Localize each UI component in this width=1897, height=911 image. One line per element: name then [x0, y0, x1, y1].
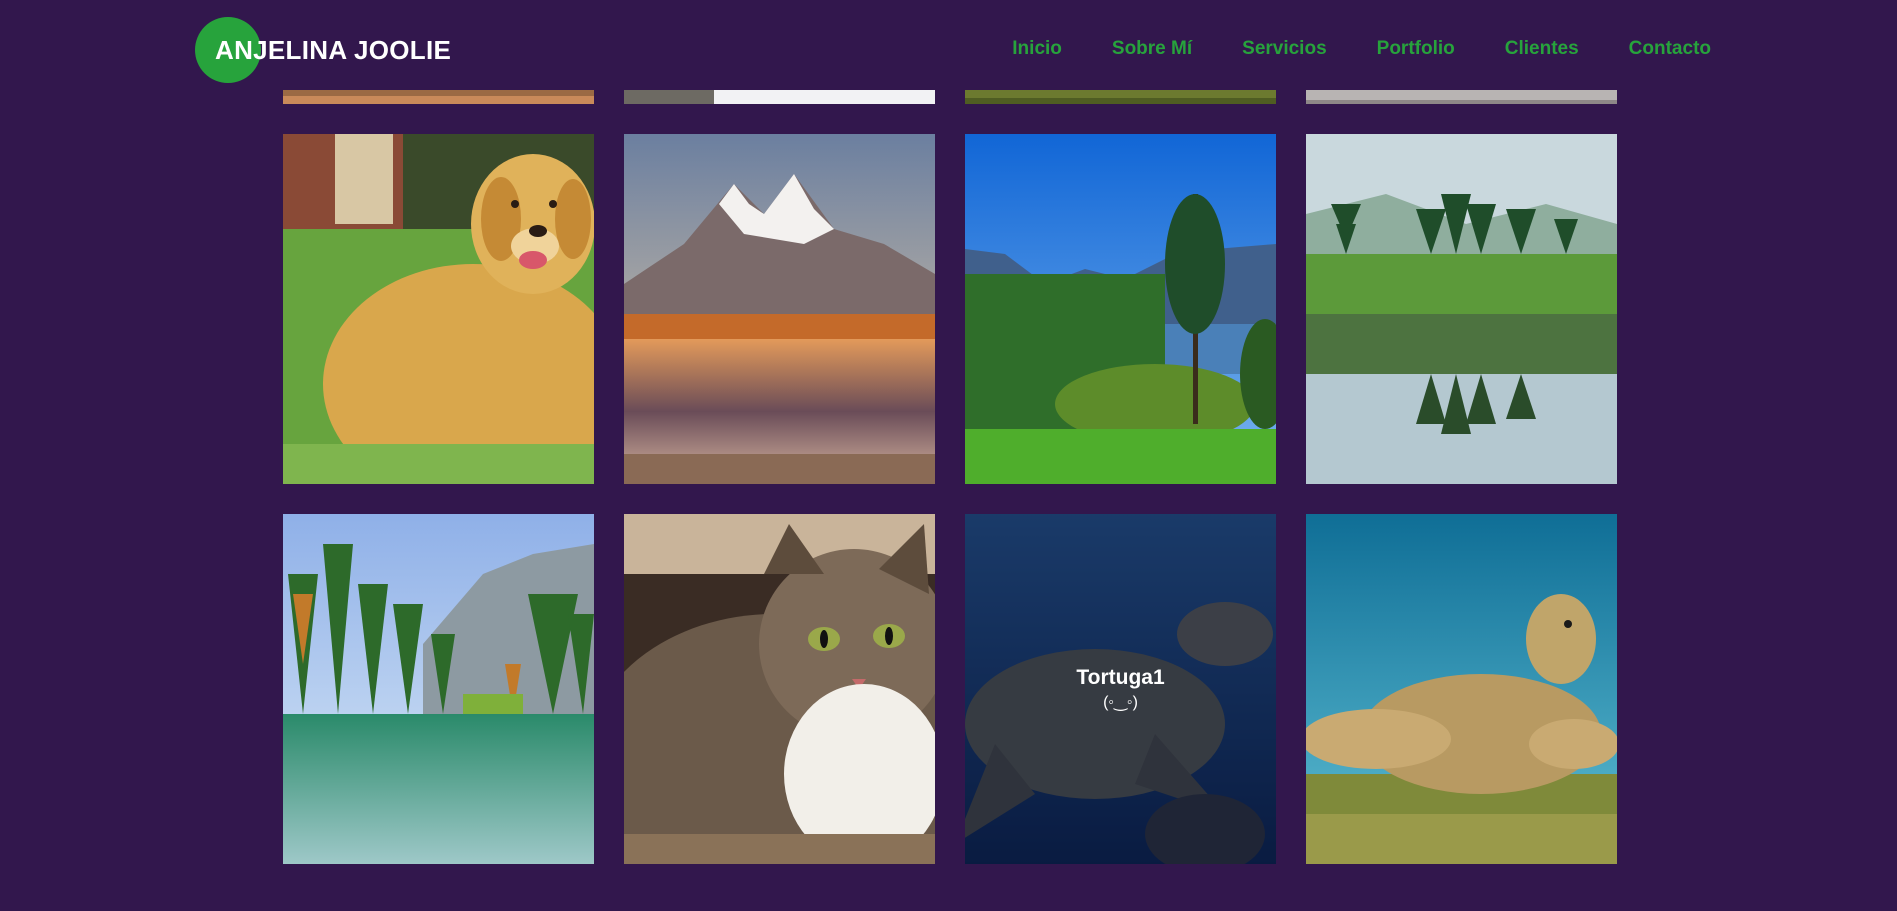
nav-contacto[interactable]: Contacto	[1629, 38, 1711, 60]
nav-servicios[interactable]: Servicios	[1242, 38, 1327, 60]
foggy-reflection-image	[1306, 134, 1617, 484]
logo-text: ANJELINA JOOLIE	[215, 35, 452, 65]
nav-clientes[interactable]: Clientes	[1505, 38, 1579, 60]
gallery-item-mountain-lake[interactable]	[624, 134, 935, 484]
gallery-item-golden-retriever[interactable]	[283, 134, 594, 484]
gallery-item-foggy-reflection[interactable]	[1306, 134, 1617, 484]
nav-inicio[interactable]: Inicio	[1012, 38, 1062, 60]
tile-subtitle: (◦‿◦)	[1103, 694, 1138, 711]
sea-turtle-image	[1306, 514, 1617, 864]
pine-lake-image	[965, 134, 1276, 484]
mountain-lake-image	[624, 134, 935, 484]
gallery-item-sea-turtle[interactable]	[1306, 514, 1617, 864]
alpine-lake-image	[283, 514, 594, 864]
gallery-item-tabby-cat[interactable]	[624, 514, 935, 864]
golden-retriever-image	[283, 134, 594, 484]
gallery-item-pine-lake[interactable]	[965, 134, 1276, 484]
gallery-item-alpine-lake[interactable]	[283, 514, 594, 864]
nav-portfolio[interactable]: Portfolio	[1377, 38, 1455, 60]
tile-title: Tortuga1	[1076, 666, 1165, 689]
portfolio-gallery: Tortuga1 (◦‿◦)	[283, 0, 1617, 911]
nav-sobre-mi[interactable]: Sobre Mí	[1112, 38, 1192, 60]
main-nav: Inicio Sobre Mí Servicios Portfolio Clie…	[962, 38, 1711, 60]
site-header: ANJELINA JOOLIE Inicio Sobre Mí Servicio…	[0, 0, 1897, 100]
tabby-cat-image	[624, 514, 935, 864]
gallery-item-turtle-hover[interactable]: Tortuga1 (◦‿◦)	[965, 514, 1276, 864]
tile-hover-overlay: Tortuga1 (◦‿◦)	[965, 514, 1276, 864]
